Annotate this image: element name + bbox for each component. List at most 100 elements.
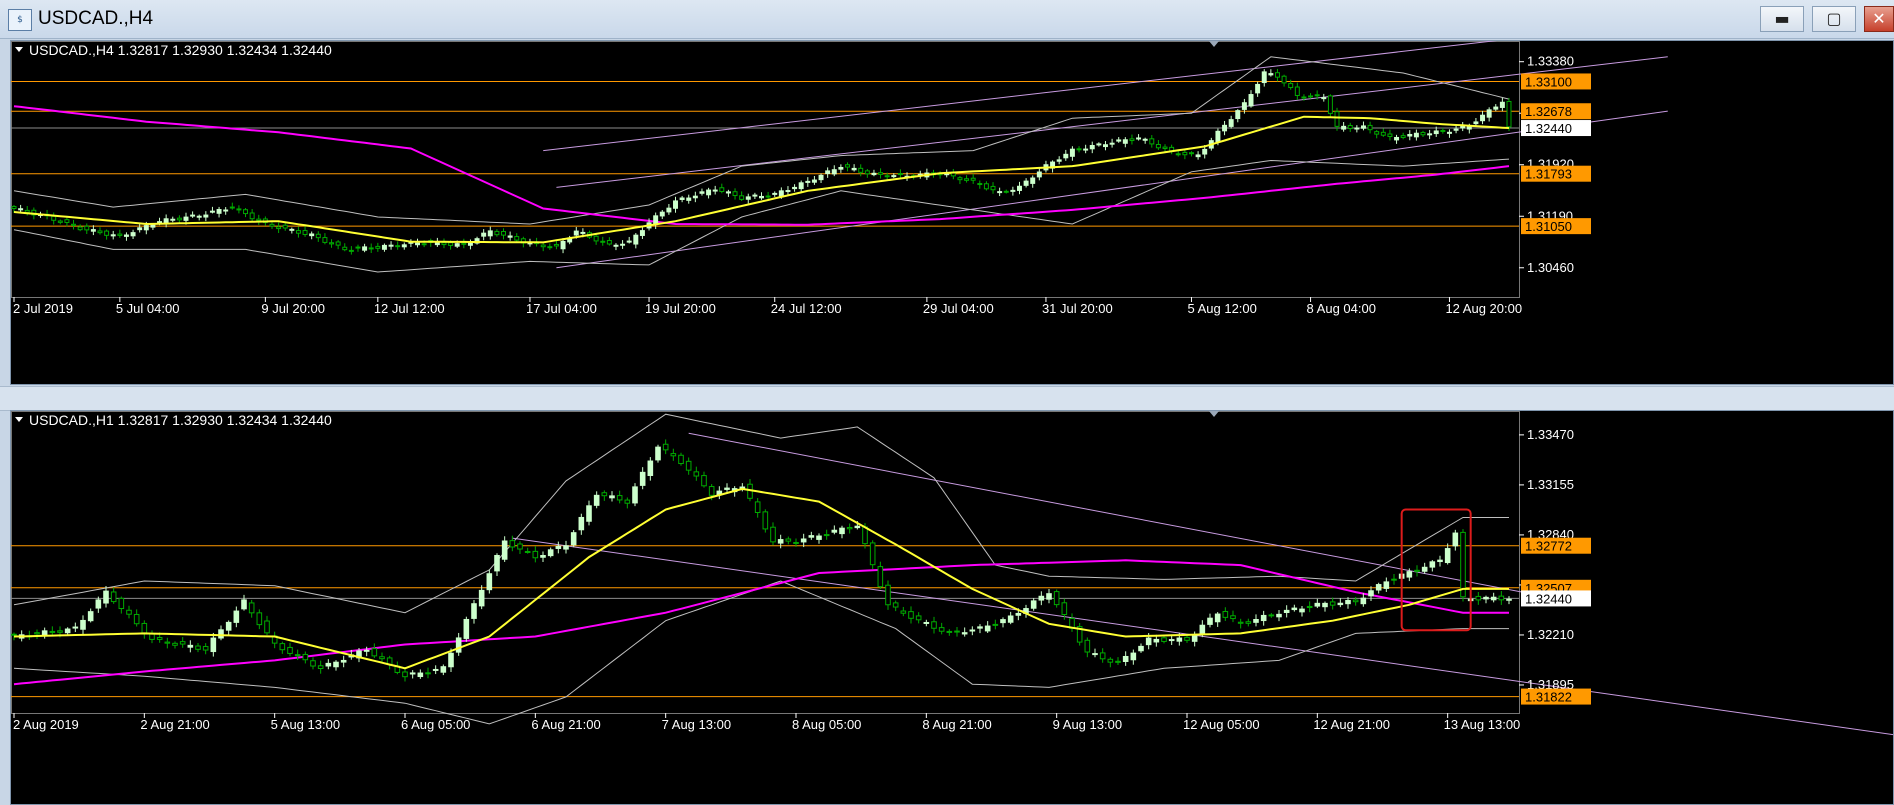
shift-marker-icon xyxy=(1209,411,1219,417)
candle-body xyxy=(1288,83,1294,89)
candle-body xyxy=(1069,148,1075,157)
candle-body xyxy=(110,234,116,237)
candle xyxy=(897,169,903,179)
candle xyxy=(908,606,914,624)
candle-body xyxy=(547,246,553,249)
candle xyxy=(149,630,155,644)
candle-body xyxy=(233,610,240,623)
candle xyxy=(620,240,626,249)
candle xyxy=(524,547,531,554)
candle xyxy=(626,236,632,244)
candle-body xyxy=(1102,144,1108,148)
candle xyxy=(1486,107,1492,122)
minimize-button[interactable]: ▬ xyxy=(1760,6,1804,32)
candle-body xyxy=(818,174,824,181)
candle-body xyxy=(49,630,56,633)
candle-body xyxy=(573,230,579,236)
candle-body xyxy=(1475,595,1482,601)
h1-chart-panel[interactable]: USDCAD.,H1 1.32817 1.32930 1.32434 1.324… xyxy=(10,410,1894,805)
candle-body xyxy=(1038,595,1045,601)
candle-body xyxy=(765,195,771,198)
candle xyxy=(264,615,270,636)
candle xyxy=(838,164,844,173)
candle-body xyxy=(401,244,407,248)
candle-body xyxy=(1084,639,1091,653)
h4-candlestick-chart[interactable]: USDCAD.,H4 1.32817 1.32930 1.32434 1.324… xyxy=(11,41,1893,384)
candle-body xyxy=(593,235,599,242)
chart-header: USDCAD.,H4 1.32817 1.32930 1.32434 1.324… xyxy=(29,42,332,58)
candle-body xyxy=(708,486,715,496)
candle-body xyxy=(486,573,493,591)
candle-body xyxy=(368,247,374,250)
candle-body xyxy=(133,613,140,625)
candle xyxy=(1391,574,1397,585)
candle-body xyxy=(348,249,354,252)
candle xyxy=(983,181,989,191)
candle-body xyxy=(845,164,850,168)
candle-body xyxy=(532,550,539,559)
candle xyxy=(823,529,830,540)
candle-body xyxy=(421,243,427,246)
maximize-button[interactable]: ▢ xyxy=(1812,6,1856,32)
candle xyxy=(1102,141,1108,151)
candle xyxy=(1230,610,1236,623)
candle-body xyxy=(455,637,462,653)
candle-body xyxy=(957,177,963,181)
candle-body xyxy=(229,206,235,209)
candle xyxy=(494,229,500,237)
candle-body xyxy=(1347,124,1353,130)
candle xyxy=(41,627,48,639)
candle-body xyxy=(164,641,171,644)
candle-body xyxy=(983,183,989,190)
candle xyxy=(218,625,224,641)
candle-body xyxy=(1354,127,1360,130)
panel-splitter[interactable] xyxy=(0,386,1894,411)
candle-body xyxy=(1460,531,1466,598)
candle xyxy=(1142,137,1148,144)
time-tick-label: 6 Aug 21:00 xyxy=(531,717,600,732)
candle xyxy=(302,226,308,237)
candle-body xyxy=(302,230,308,236)
time-tick-label: 13 Aug 13:00 xyxy=(1444,717,1521,732)
candle xyxy=(279,641,286,654)
candle xyxy=(394,661,401,675)
candle xyxy=(877,561,884,590)
candle xyxy=(1116,137,1122,143)
close-button[interactable]: ✕ xyxy=(1864,6,1894,32)
candle-body xyxy=(77,226,83,231)
candle-body xyxy=(1215,130,1221,143)
candle-body xyxy=(209,210,215,213)
candle xyxy=(1429,560,1436,572)
h1-candlestick-chart[interactable]: USDCAD.,H1 1.32817 1.32930 1.32434 1.324… xyxy=(11,411,1893,804)
candle-body xyxy=(609,495,615,499)
candle xyxy=(798,180,804,192)
candle-body xyxy=(1506,598,1512,601)
candle-body xyxy=(195,645,201,650)
candle xyxy=(256,609,263,630)
candle-body xyxy=(1260,614,1267,622)
h4-chart-panel[interactable]: USDCAD.,H4 1.32817 1.32930 1.32434 1.324… xyxy=(10,40,1894,385)
candle xyxy=(1329,597,1336,610)
candle xyxy=(586,500,592,526)
candle xyxy=(1023,178,1029,188)
candle-body xyxy=(1452,532,1459,547)
candle xyxy=(816,533,822,544)
candle-body xyxy=(1506,100,1512,128)
candle-body xyxy=(712,189,718,192)
candle-body xyxy=(1440,129,1446,132)
candle-body xyxy=(1261,71,1267,84)
candle xyxy=(701,471,707,488)
candle xyxy=(578,513,585,535)
candle-body xyxy=(57,630,63,633)
price-tag-label: 1.32772 xyxy=(1525,539,1572,554)
candle-body xyxy=(831,169,837,175)
candle xyxy=(471,600,477,624)
candle-body xyxy=(481,232,487,237)
candle xyxy=(225,620,232,635)
candle-body xyxy=(560,240,566,250)
candle xyxy=(1017,181,1022,195)
candle-body xyxy=(1116,139,1122,142)
candle-body xyxy=(1248,94,1254,107)
candle-body xyxy=(1207,617,1213,625)
candle-body xyxy=(141,622,148,635)
